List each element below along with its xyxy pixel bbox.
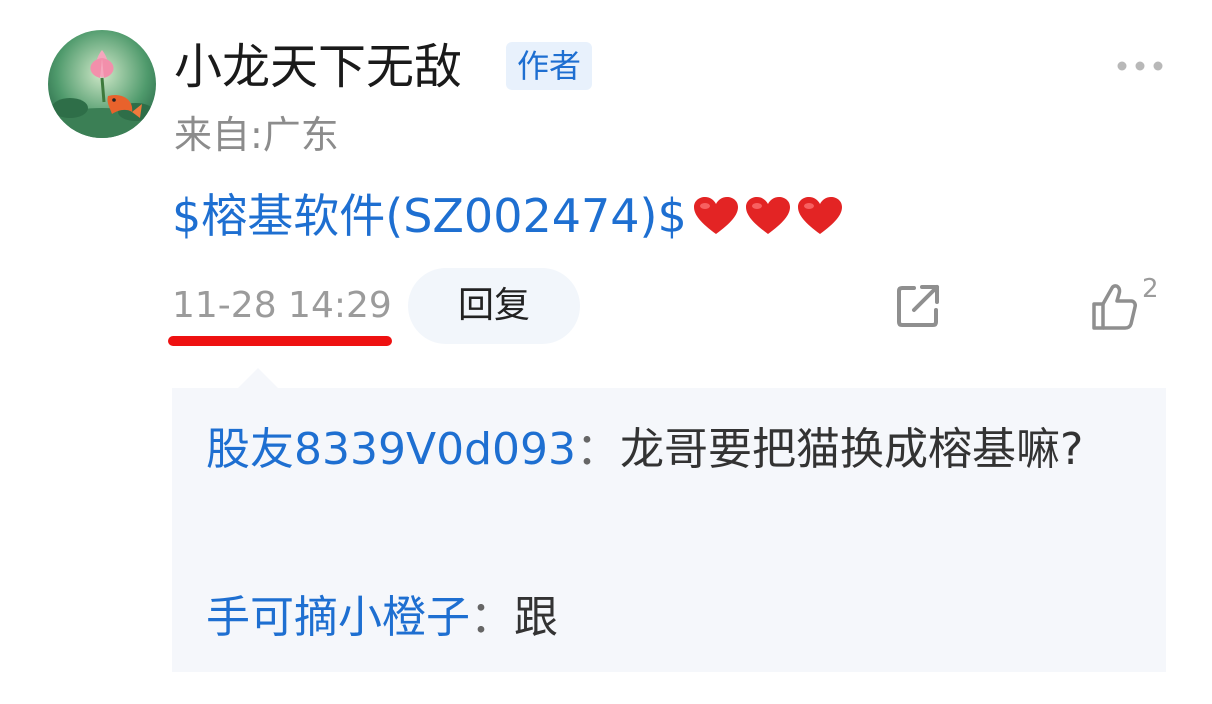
- reply-box-pointer: [236, 368, 280, 390]
- stock-link[interactable]: $榕基软件(SZ002474)$: [172, 184, 687, 248]
- sub-reply[interactable]: 股友8339V0d093：龙哥要把猫换成榕基嘛?: [206, 412, 1126, 488]
- sub-reply-text: 跟: [514, 592, 558, 643]
- sub-reply-separator: ：: [470, 592, 514, 643]
- red-underline-annotation: [168, 336, 392, 346]
- reply-button[interactable]: 回复: [408, 268, 580, 344]
- sub-reply[interactable]: 手可摘小橙子：跟: [206, 580, 558, 656]
- avatar-image: [48, 30, 156, 138]
- heart-icon: [693, 197, 738, 234]
- post-content: $榕基软件(SZ002474)$: [172, 184, 849, 248]
- username[interactable]: 小龙天下无敌: [174, 36, 462, 98]
- more-dots-icon[interactable]: [1114, 58, 1166, 74]
- avatar[interactable]: [48, 30, 156, 138]
- thumbs-up-icon: [1092, 284, 1137, 330]
- heart-emojis: [693, 196, 849, 236]
- sub-reply-author[interactable]: 手可摘小橙子: [206, 592, 470, 643]
- location-label: 来自:广东: [174, 113, 339, 157]
- sub-reply-text: 龙哥要把猫换成榕基嘛?: [619, 424, 1084, 475]
- heart-icon: [745, 197, 790, 234]
- sub-reply-author[interactable]: 股友8339V0d093: [206, 424, 576, 475]
- sub-reply-separator: ：: [575, 424, 620, 475]
- share-icon[interactable]: [894, 282, 942, 330]
- timestamp: 11-28 14:29: [172, 285, 392, 326]
- heart-icon: [797, 197, 842, 234]
- like-count: 2: [1142, 274, 1159, 304]
- like-button[interactable]: 2: [1090, 274, 1166, 334]
- author-badge: 作者: [506, 42, 592, 90]
